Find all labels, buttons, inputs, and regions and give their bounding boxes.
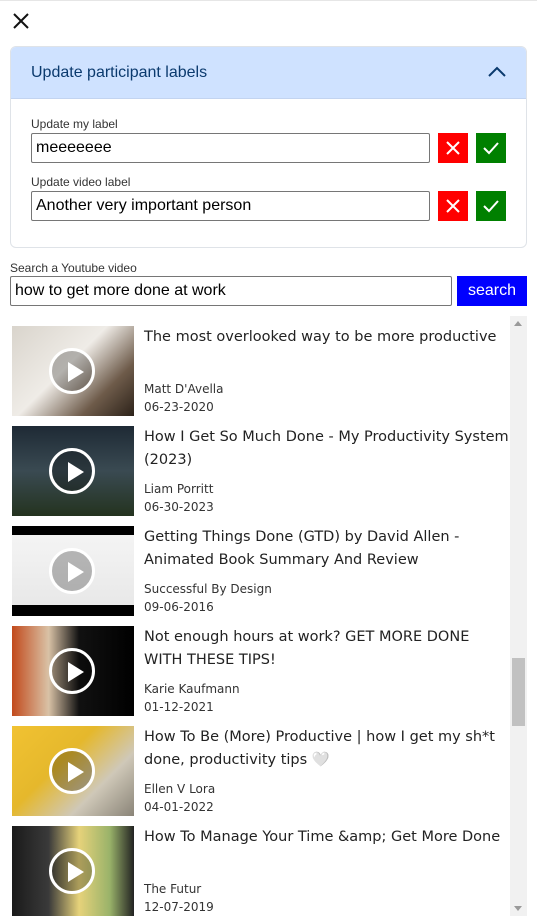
panel-header[interactable]: Update participant labels — [11, 47, 526, 99]
play-icon — [49, 748, 95, 794]
video-title[interactable]: Not enough hours at work? GET MORE DONE … — [144, 626, 510, 672]
scroll-thumb[interactable] — [512, 658, 525, 726]
video-title[interactable]: How To Manage Your Time &amp; Get More D… — [144, 826, 510, 849]
search-button[interactable]: search — [457, 276, 527, 306]
video-label-caption: Update video label — [31, 175, 131, 189]
play-icon — [49, 848, 95, 894]
check-icon — [483, 142, 499, 155]
panel-title: Update participant labels — [31, 63, 208, 81]
video-title[interactable]: Getting Things Done (GTD) by David Allen… — [144, 526, 510, 572]
video-thumbnail[interactable] — [12, 526, 134, 616]
result-item[interactable]: How To Be (More) Productive | how I get … — [10, 716, 510, 816]
video-thumbnail[interactable] — [12, 426, 134, 516]
close-icon[interactable] — [12, 12, 30, 30]
results-scrollbar[interactable] — [510, 316, 527, 916]
video-thumbnail[interactable] — [12, 726, 134, 816]
play-icon — [49, 548, 95, 594]
result-item[interactable]: Getting Things Done (GTD) by David Allen… — [10, 516, 510, 616]
participant-labels-panel: Update participant labels Update my labe… — [10, 46, 527, 248]
result-item[interactable]: Not enough hours at work? GET MORE DONE … — [10, 616, 510, 716]
my-label-cancel-button[interactable] — [438, 133, 468, 163]
video-thumbnail[interactable] — [12, 826, 134, 916]
scroll-down-icon[interactable] — [514, 906, 522, 911]
video-date: 12-07-2019 — [144, 900, 214, 914]
video-label-cancel-button[interactable] — [438, 191, 468, 221]
video-channel: The Futur — [144, 882, 202, 896]
video-date: 09-06-2016 — [144, 600, 214, 614]
video-channel: Matt D'Avella — [144, 382, 224, 396]
video-channel: Ellen V Lora — [144, 782, 216, 796]
video-label-confirm-button[interactable] — [476, 191, 506, 221]
check-icon — [483, 200, 499, 213]
video-thumbnail[interactable] — [12, 626, 134, 716]
chevron-up-icon[interactable] — [488, 63, 506, 82]
my-label-caption: Update my label — [31, 117, 118, 131]
close-icon — [446, 141, 460, 155]
video-title[interactable]: How To Be (More) Productive | how I get … — [144, 726, 510, 772]
results-list[interactable]: The most overlooked way to be more produ… — [10, 316, 527, 916]
video-date: 04-01-2022 — [144, 800, 214, 814]
top-divider — [0, 0, 537, 1]
play-icon — [49, 648, 95, 694]
video-channel: Successful By Design — [144, 582, 272, 596]
play-icon — [49, 448, 95, 494]
search-label: Search a Youtube video — [10, 261, 137, 275]
video-date: 06-23-2020 — [144, 400, 214, 414]
result-item[interactable]: How To Manage Your Time &amp; Get More D… — [10, 816, 510, 916]
close-icon — [446, 199, 460, 213]
play-icon — [49, 348, 95, 394]
video-label-input[interactable] — [31, 191, 430, 221]
video-channel: Liam Porritt — [144, 482, 214, 496]
my-label-input[interactable] — [31, 133, 430, 163]
video-date: 06-30-2023 — [144, 500, 214, 514]
video-title[interactable]: How I Get So Much Done - My Productivity… — [144, 426, 510, 472]
search-input[interactable] — [10, 276, 452, 306]
video-channel: Karie Kaufmann — [144, 682, 240, 696]
video-title[interactable]: The most overlooked way to be more produ… — [144, 326, 510, 349]
video-thumbnail[interactable] — [12, 326, 134, 416]
result-item[interactable]: The most overlooked way to be more produ… — [10, 316, 510, 416]
my-label-confirm-button[interactable] — [476, 133, 506, 163]
result-item[interactable]: How I Get So Much Done - My Productivity… — [10, 416, 510, 516]
video-date: 01-12-2021 — [144, 700, 214, 714]
scroll-up-icon[interactable] — [514, 321, 522, 326]
